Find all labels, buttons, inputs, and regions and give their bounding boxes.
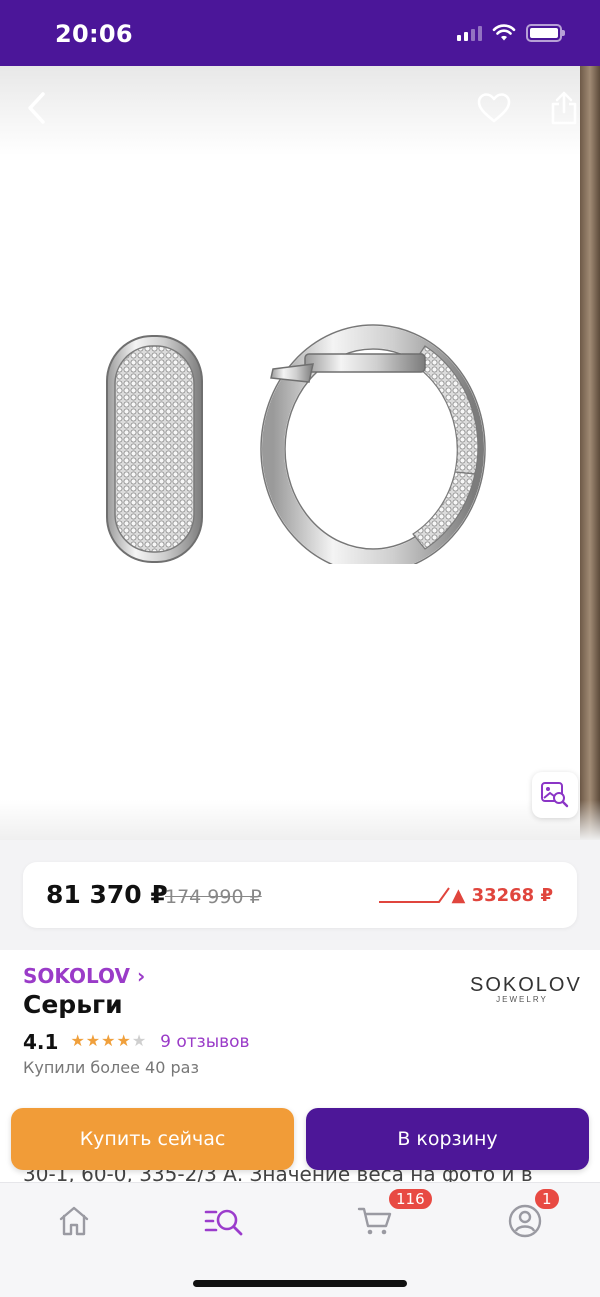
next-image-peek[interactable] [580,66,600,840]
share-icon [551,91,577,125]
product-gallery[interactable] [0,66,600,840]
star-icon: ★ [85,1033,101,1050]
star-icon: ★ [131,1033,147,1050]
purchase-count: Купили более 40 раз [23,1058,199,1077]
rating-value: 4.1 [23,1030,59,1054]
favorite-button[interactable] [472,86,516,130]
product-info: SOKOLOV › Серьги SOKOLOV JEWELRY 4.1 ★ ★… [0,950,600,1110]
share-button[interactable] [542,86,586,130]
wifi-icon [492,24,516,41]
tab-catalog[interactable] [200,1199,248,1243]
heart-icon [477,93,511,123]
brand-logo-main: SOKOLOV [470,974,582,996]
visual-search-button[interactable] [532,772,578,818]
star-icon: ★ [116,1033,131,1050]
catalog-search-icon [204,1209,243,1236]
price-trend-icon [379,887,450,903]
star-icon: ★ [101,1033,116,1050]
chevron-left-icon [28,92,45,124]
brand-logo[interactable]: SOKOLOV JEWELRY [470,974,582,1004]
cart-icon [357,1207,392,1235]
price-card[interactable]: 81 370 ₽ 174 990 ₽ ▲ 33268 ₽ [23,862,577,928]
price-change: ▲ 33268 ₽ [451,885,553,906]
back-button[interactable] [14,86,58,130]
product-image-earrings [106,324,486,564]
reviews-link[interactable]: 9 отзывов [160,1032,249,1052]
cart-count-badge: 116 [387,1187,434,1211]
cellular-signal-icon [457,25,482,41]
profile-icon [508,1204,542,1238]
star-icon: ★ [70,1033,85,1050]
home-indicator[interactable] [193,1280,407,1287]
tab-home[interactable] [50,1199,98,1243]
status-time: 20:06 [55,20,133,48]
battery-icon [526,24,565,42]
current-price: 81 370 ₽ [46,880,168,909]
old-price: 174 990 ₽ [165,886,262,908]
status-icons [457,24,565,42]
rating-stars: ★ ★ ★ ★ ★ [70,1034,146,1050]
home-icon [59,1206,89,1236]
product-title: Серьги [23,990,123,1019]
image-search-icon [541,782,569,808]
rating-row[interactable]: 4.1 ★ ★ ★ ★ ★ 9 отзывов [23,1030,250,1054]
brand-link[interactable]: SOKOLOV › [23,964,145,988]
buy-now-button[interactable]: Купить сейчас [11,1108,294,1170]
add-to-cart-button[interactable]: В корзину [306,1108,589,1170]
price-section: 81 370 ₽ 174 990 ₽ ▲ 33268 ₽ [0,840,600,950]
status-bar: 20:06 [0,0,600,66]
profile-notification-badge: 1 [533,1187,561,1211]
